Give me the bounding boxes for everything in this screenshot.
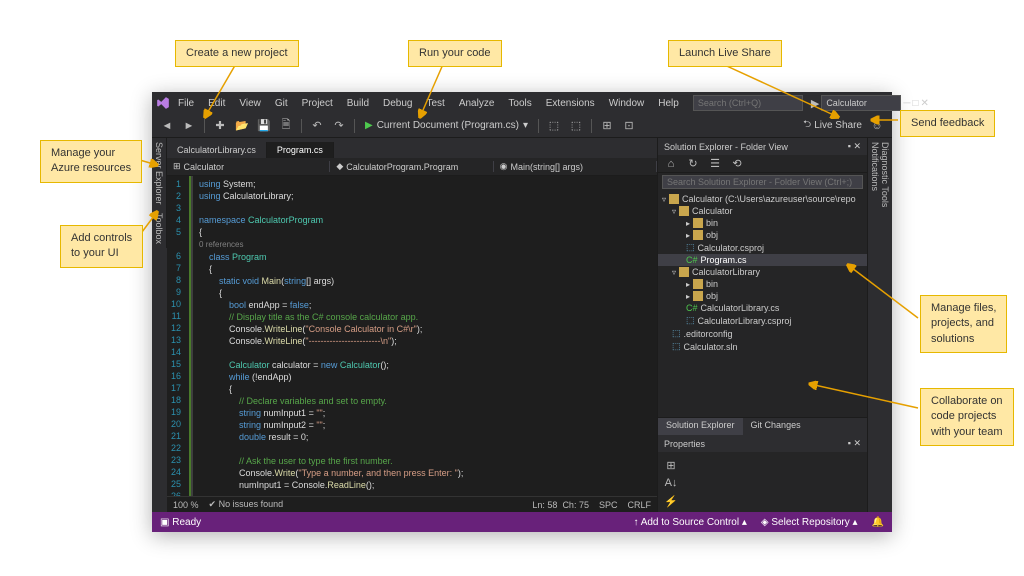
callout-live-share: Launch Live Share [668, 40, 782, 67]
callout-git: Collaborate on code projects with your t… [920, 388, 1014, 446]
callout-new-project: Create a new project [175, 40, 299, 67]
callout-azure: Manage your Azure resources [40, 140, 142, 183]
callout-toolbox: Add controls to your UI [60, 225, 143, 268]
callout-run: Run your code [408, 40, 502, 67]
callout-solution: Manage files, projects, and solutions [920, 295, 1007, 353]
callout-feedback: Send feedback [900, 110, 995, 137]
